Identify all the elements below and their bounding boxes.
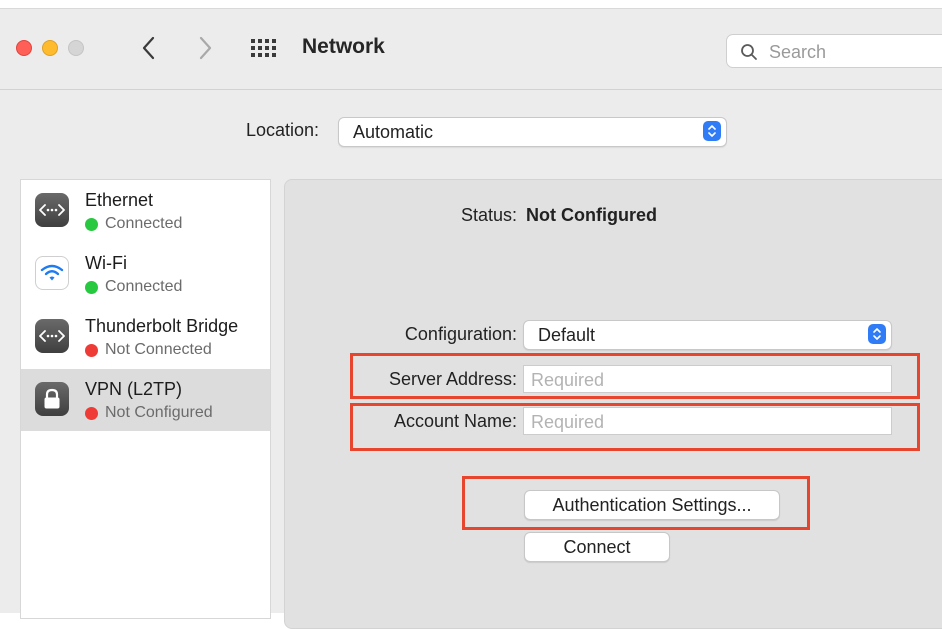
minimize-window-button[interactable]: [42, 40, 58, 56]
connect-button[interactable]: Connect: [524, 532, 670, 562]
service-item-wifi[interactable]: Wi-Fi Connected: [21, 243, 270, 305]
window-title: Network: [302, 35, 385, 58]
titlebar: Network: [0, 9, 942, 90]
service-name: Thunderbolt Bridge: [85, 316, 239, 336]
chevron-left-icon: [142, 36, 155, 60]
chevron-right-icon: [199, 36, 212, 60]
wifi-icon: [35, 256, 69, 290]
configuration-popup[interactable]: Default: [523, 320, 892, 350]
search-field[interactable]: [726, 34, 942, 68]
lock-icon: [35, 382, 69, 416]
service-status: Connected: [85, 278, 182, 296]
configuration-label: Configuration:: [404, 324, 517, 344]
server-address-input[interactable]: [529, 369, 883, 391]
status-dot-green: [85, 217, 98, 231]
status-dot-red: [85, 343, 98, 357]
configuration-value: Default: [538, 325, 596, 345]
service-status: Connected: [85, 215, 182, 233]
ethernet-icon: [35, 319, 69, 353]
popup-stepper-icon: [868, 324, 886, 344]
popup-stepper-icon: [703, 121, 721, 141]
location-popup[interactable]: Automatic: [338, 117, 727, 147]
service-name: Wi-Fi: [85, 253, 127, 273]
network-preferences-window: Network Location: Automatic Ethernet Con…: [0, 8, 942, 629]
ethernet-icon: [35, 193, 69, 227]
service-name: Ethernet: [85, 190, 154, 210]
back-button[interactable]: [134, 31, 164, 65]
service-item-thunderbolt-bridge[interactable]: Thunderbolt Bridge Not Connected: [21, 306, 270, 368]
service-status: Not Configured: [85, 404, 213, 422]
account-name-input[interactable]: [529, 411, 883, 433]
status-dot-red: [85, 406, 98, 420]
account-name-label: Account Name:: [393, 411, 517, 431]
status-dot-green: [85, 280, 98, 294]
account-name-field[interactable]: [523, 407, 892, 435]
location-value: Automatic: [353, 122, 434, 142]
show-all-grid-icon[interactable]: [250, 38, 278, 58]
status-value: Not Configured: [526, 205, 657, 225]
search-input[interactable]: [767, 40, 941, 64]
authentication-settings-button[interactable]: Authentication Settings...: [524, 490, 780, 520]
search-icon: [741, 44, 757, 60]
service-item-vpn-l2tp[interactable]: VPN (L2TP) Not Configured: [21, 369, 270, 431]
service-list: Ethernet Connected Wi-Fi Connected Thund…: [20, 179, 271, 619]
service-status: Not Connected: [85, 341, 212, 359]
forward-button[interactable]: [190, 31, 220, 65]
server-address-label: Server Address:: [388, 369, 517, 389]
zoom-window-button[interactable]: [68, 40, 84, 56]
status-label: Status:: [460, 205, 517, 225]
close-window-button[interactable]: [16, 40, 32, 56]
service-item-ethernet[interactable]: Ethernet Connected: [21, 180, 270, 242]
server-address-field[interactable]: [523, 365, 892, 393]
service-name: VPN (L2TP): [85, 379, 183, 399]
location-label: Location:: [246, 120, 320, 140]
